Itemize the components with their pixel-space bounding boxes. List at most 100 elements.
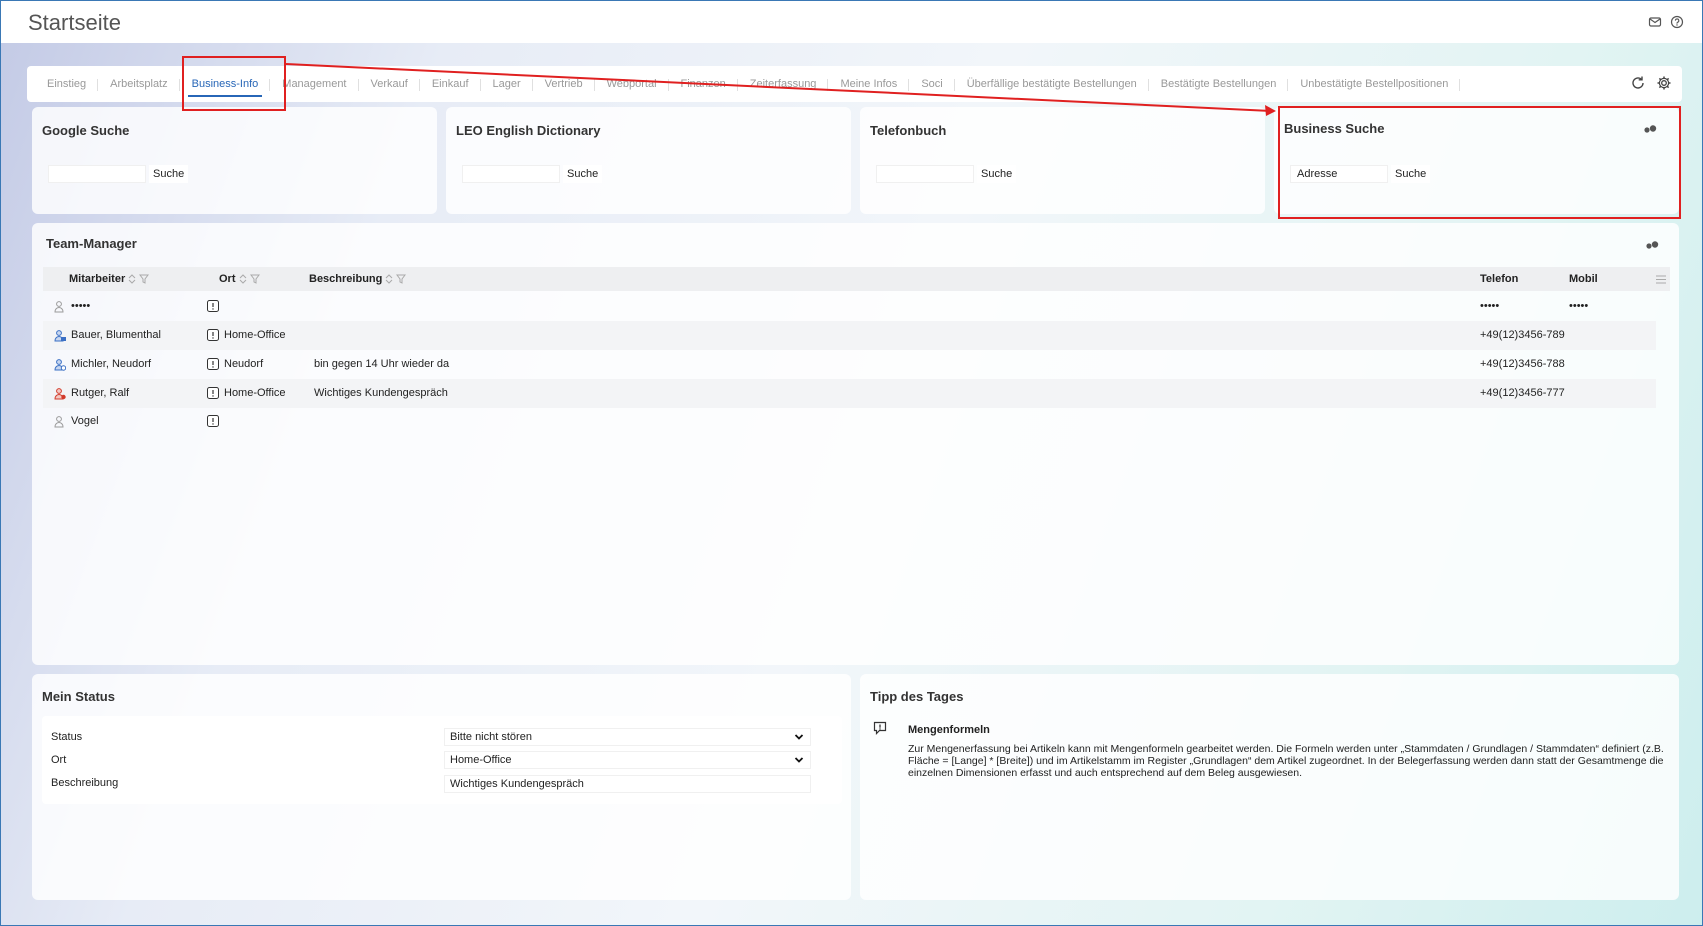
location-info-icon[interactable] (207, 300, 219, 312)
sort-icon[interactable] (239, 274, 247, 284)
location-info-icon[interactable] (207, 358, 219, 370)
row-name: Vogel (71, 415, 99, 427)
filter-icon[interactable] (396, 274, 407, 284)
ort-select[interactable]: Home-Office (444, 751, 811, 769)
team-table-header: Mitarbeiter Ort Beschreibung Telefon Mob… (43, 267, 1670, 291)
tab-soci[interactable]: Soci (909, 66, 956, 102)
ort-label: Ort (51, 754, 67, 766)
tab-webportal[interactable]: Webportal (595, 66, 669, 102)
user-avatar-icon (54, 301, 64, 313)
team-manager-title: Team-Manager (46, 236, 137, 251)
top-bar: Startseite (1, 1, 1702, 43)
telefonbuch-search-input[interactable] (876, 165, 974, 183)
tab-unbestaetigte-bestellpositionen[interactable]: Unbestätigte Bestellpositionen (1288, 66, 1461, 102)
tab-lager[interactable]: Lager (481, 66, 533, 102)
filter-icon[interactable] (139, 274, 150, 284)
leo-dictionary-panel: LEO English Dictionary Suche (446, 107, 851, 214)
chevron-down-icon (794, 734, 804, 740)
column-mobil-label: Mobil (1569, 273, 1598, 285)
status-select[interactable]: Bitte nicht stören (444, 728, 811, 746)
column-mobil[interactable]: Mobil (1569, 273, 1598, 285)
beschreibung-field-value: Wichtiges Kundengespräch (450, 778, 584, 790)
tipp-text: Zur Mengenerfassung bei Artikeln kann mi… (908, 743, 1664, 779)
user-avatar-icon (54, 416, 64, 428)
beschreibung-field[interactable]: Wichtiges Kundengespräch (444, 775, 811, 793)
location-info-icon[interactable] (207, 387, 219, 399)
refresh-icon[interactable] (1630, 75, 1646, 94)
tab-vertrieb[interactable]: Vertrieb (533, 66, 595, 102)
tab-ueberfaellige-bestellungen[interactable]: Überfällige bestätigte Bestellungen (955, 66, 1149, 102)
table-row[interactable]: ••••• ••••• ••••• (43, 292, 1656, 321)
row-name: Bauer, Blumenthal (71, 329, 161, 341)
column-mitarbeiter-label: Mitarbeiter (69, 273, 126, 285)
row-ort: Home-Office (224, 329, 286, 341)
leo-search-input[interactable] (462, 165, 560, 183)
help-icon[interactable] (1670, 15, 1684, 29)
row-telefon: +49(12)3456-789 (1480, 329, 1565, 341)
row-name: Michler, Neudorf (71, 358, 152, 370)
leo-search-button[interactable]: Suche (563, 165, 603, 183)
page-title: Startseite (28, 10, 121, 35)
row-beschreibung: Wichtiges Kundengespräch (314, 387, 448, 399)
row-telefon: +49(12)3456-788 (1480, 358, 1565, 370)
location-info-icon[interactable] (207, 415, 219, 427)
user-avatar-icon (54, 388, 66, 400)
mail-icon[interactable] (1648, 15, 1662, 29)
google-search-panel: Google Suche Suche (32, 107, 437, 214)
column-telefon-label: Telefon (1480, 273, 1519, 285)
filter-icon[interactable] (249, 274, 260, 284)
telefonbuch-panel: Telefonbuch Suche (860, 107, 1265, 214)
table-row[interactable]: Michler, Neudorf Neudorf bin gegen 14 Uh… (43, 350, 1656, 379)
row-telefon: ••••• (1480, 300, 1500, 312)
beschreibung-label: Beschreibung (51, 777, 119, 789)
settings-gear-icon[interactable] (1656, 75, 1672, 94)
table-row[interactable]: Bauer, Blumenthal Home-Office +49(12)345… (43, 321, 1656, 350)
sort-icon[interactable] (128, 274, 136, 284)
location-info-icon[interactable] (207, 329, 219, 341)
tab-einstieg[interactable]: Einstieg (35, 66, 99, 102)
tab-arbeitsplatz[interactable]: Arbeitsplatz (98, 66, 181, 102)
user-avatar-icon (54, 359, 66, 371)
google-search-input[interactable] (48, 165, 146, 183)
status-select-value: Bitte nicht stören (450, 731, 532, 743)
tip-speech-icon (873, 721, 887, 735)
annotation-highlight-tab (182, 56, 286, 111)
tab-einkauf[interactable]: Einkauf (420, 66, 481, 102)
leo-dictionary-title: LEO English Dictionary (456, 123, 601, 138)
tipp-des-tages-panel: Tipp des Tages Mengenformeln Zur Mengene… (860, 674, 1679, 900)
telefonbuch-search-button[interactable]: Suche (977, 165, 1017, 183)
annotation-highlight-business-search (1278, 106, 1681, 219)
mein-status-title: Mein Status (42, 689, 115, 704)
row-mobil: ••••• (1569, 300, 1589, 312)
panel-options-icon[interactable] (1644, 240, 1660, 250)
chevron-down-icon (794, 757, 804, 763)
telefonbuch-title: Telefonbuch (870, 123, 947, 138)
tab-bestaetigte-bestellungen[interactable]: Bestätigte Bestellungen (1149, 66, 1289, 102)
table-row[interactable]: Vogel (43, 408, 1656, 437)
row-ort: Home-Office (224, 387, 286, 399)
column-mitarbeiter[interactable]: Mitarbeiter (69, 273, 150, 285)
tab-meine-infos[interactable]: Meine Infos (828, 66, 910, 102)
tab-finanzen[interactable]: Finanzen (669, 66, 739, 102)
column-telefon[interactable]: Telefon (1480, 273, 1518, 285)
column-ort[interactable]: Ort (219, 273, 260, 285)
row-ort: Neudorf (224, 358, 264, 370)
google-search-title: Google Suche (42, 123, 130, 138)
tipp-heading: Mengenformeln (908, 724, 990, 736)
row-name: ••••• (71, 300, 91, 312)
tab-verkauf[interactable]: Verkauf (359, 66, 421, 102)
tipp-des-tages-title: Tipp des Tages (870, 689, 964, 704)
tab-zeiterfassung[interactable]: Zeiterfassung (738, 66, 829, 102)
column-ort-label: Ort (219, 273, 236, 285)
row-telefon: +49(12)3456-777 (1480, 387, 1565, 399)
row-beschreibung: bin gegen 14 Uhr wieder da (314, 358, 450, 370)
google-search-button[interactable]: Suche (149, 165, 189, 183)
column-beschreibung-label: Beschreibung (309, 273, 383, 285)
column-beschreibung[interactable]: Beschreibung (309, 273, 407, 285)
table-row[interactable]: Rutger, Ralf Home-Office Wichtiges Kunde… (43, 379, 1656, 408)
ort-select-value: Home-Office (450, 754, 512, 766)
column-menu-icon[interactable] (1656, 275, 1666, 284)
sort-icon[interactable] (385, 274, 393, 284)
row-name: Rutger, Ralf (71, 387, 130, 399)
user-avatar-icon (54, 330, 66, 342)
